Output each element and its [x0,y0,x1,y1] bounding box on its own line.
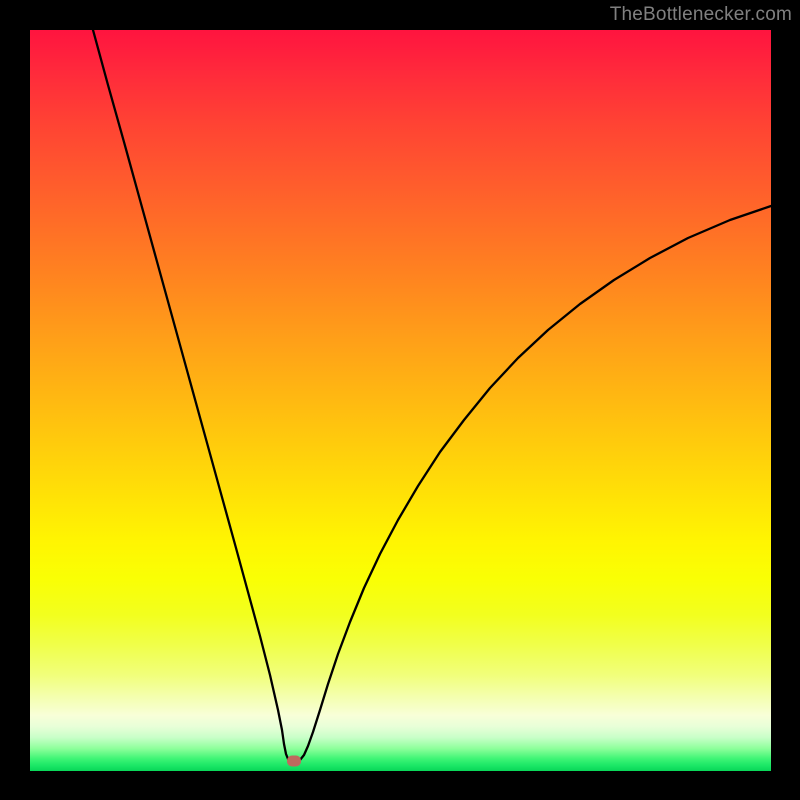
plot-area [30,30,771,771]
watermark-text: TheBottlenecker.com [610,4,792,26]
curve-layer [30,30,771,771]
bottleneck-curve [93,30,771,760]
optimum-marker [287,756,301,767]
chart-frame: TheBottlenecker.com [0,0,800,800]
